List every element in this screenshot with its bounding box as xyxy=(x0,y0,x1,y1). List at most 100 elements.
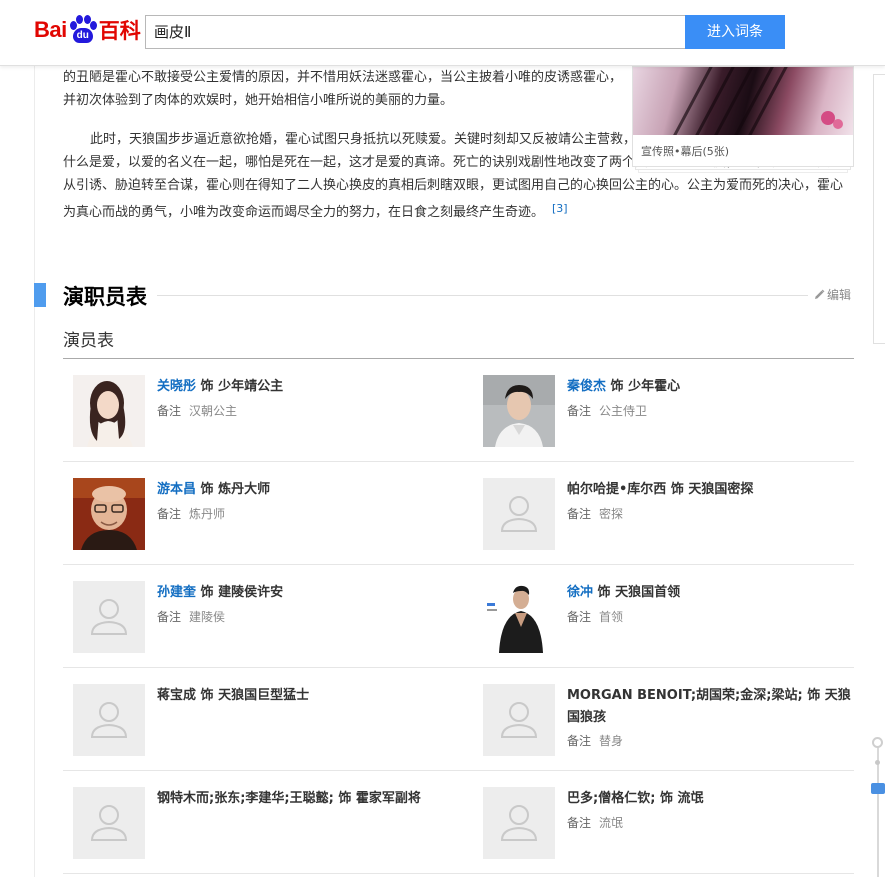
cast-entry: 帕尔哈提•库尔西 饰 天狼国密探 备注 密探 xyxy=(483,478,878,550)
note-label: 备注 xyxy=(567,610,592,624)
search-input[interactable]: 画皮Ⅱ xyxy=(145,15,686,49)
placeholder-avatar[interactable] xyxy=(483,787,555,859)
cast-info: 孙建奎 饰 建陵侯许安 备注 建陵侯 xyxy=(157,582,447,625)
note-label: 备注 xyxy=(567,816,592,830)
placeholder-avatar[interactable] xyxy=(73,684,145,756)
note-value: 流氓 xyxy=(599,816,624,830)
person-placeholder-icon xyxy=(73,581,145,653)
nav-scroll-dot[interactable] xyxy=(875,760,880,765)
cast-title-line: MORGAN BENOIT;胡国荣;金深;梁站; 饰 天狼国狼孩 xyxy=(567,685,857,729)
person-placeholder-icon xyxy=(483,478,555,550)
placeholder-avatar[interactable] xyxy=(73,581,145,653)
actor-photo[interactable] xyxy=(483,581,555,653)
cast-entry: 游本昌 饰 炼丹大师 备注 炼丹师 xyxy=(73,478,468,550)
section-accent-bar xyxy=(34,283,46,307)
cast-row: 游本昌 饰 炼丹大师 备注 炼丹师 帕尔哈提•库尔西 饰 天狼国密探 备注 密探 xyxy=(63,462,854,565)
enter-entry-button[interactable]: 进入词条 xyxy=(685,15,785,49)
cast-note: 备注 密探 xyxy=(567,505,857,522)
promo-photo xyxy=(633,67,853,135)
cast-row: 关晓彤 饰 少年靖公主 备注 汉朝公主 秦俊杰 饰 少年霍心 备注 公主侍卫 xyxy=(63,359,854,462)
cast-note: 备注 流氓 xyxy=(567,814,857,831)
logo-text-du: du xyxy=(72,28,93,43)
note-value: 建陵侯 xyxy=(189,610,226,624)
cast-info: 钢特木而;张东;李建华;王聪懿; 饰 霍家军副将 xyxy=(157,788,447,810)
cast-entry: 蒋宝成 饰 天狼国巨型猛士 xyxy=(73,684,468,756)
note-value: 替身 xyxy=(599,734,624,748)
role-text: 饰 少年靖公主 xyxy=(200,379,284,394)
note-label: 备注 xyxy=(567,734,592,748)
person-placeholder-icon xyxy=(483,684,555,756)
cast-info: 关晓彤 饰 少年靖公主 备注 汉朝公主 xyxy=(157,376,447,419)
cast-row: 孙建奎 饰 建陵侯许安 备注 建陵侯 徐冲 饰 天狼国首领 备注 首领 xyxy=(63,565,854,668)
section-divider xyxy=(63,295,808,296)
edit-button[interactable]: 编辑 xyxy=(814,286,851,303)
cast-entry: 徐冲 饰 天狼国首领 备注 首领 xyxy=(483,581,878,653)
album-caption: 宣传照•幕后(5张) xyxy=(641,145,730,158)
role-text: 饰 霍家军副将 xyxy=(338,791,421,806)
content-left-border xyxy=(34,66,35,877)
note-value: 汉朝公主 xyxy=(189,404,238,418)
cast-title-line: 钢特木而;张东;李建华;王聪懿; 饰 霍家军副将 xyxy=(157,788,447,810)
note-label: 备注 xyxy=(567,404,592,418)
promo-photo-album[interactable]: 宣传照•幕后(5张) xyxy=(632,66,854,167)
placeholder-avatar[interactable] xyxy=(73,787,145,859)
actor-name-link[interactable]: 孙建奎 xyxy=(157,585,196,600)
actor-photo[interactable] xyxy=(483,375,555,447)
note-value: 首领 xyxy=(599,610,624,624)
cast-info: 巴多;僧格仁钦; 饰 流氓 备注 流氓 xyxy=(567,788,857,831)
role-text: 饰 建陵侯许安 xyxy=(200,585,284,600)
note-value: 公主侍卫 xyxy=(599,404,648,418)
person-placeholder-icon xyxy=(73,787,145,859)
logo-text-bai: Bai xyxy=(34,17,67,42)
placeholder-avatar[interactable] xyxy=(483,684,555,756)
person-placeholder-icon xyxy=(73,684,145,756)
note-label: 备注 xyxy=(157,610,182,624)
note-label: 备注 xyxy=(567,507,592,521)
section-title: 演职员表 xyxy=(63,281,157,311)
pencil-icon xyxy=(815,289,825,299)
cast-title-line: 秦俊杰 饰 少年霍心 xyxy=(567,376,857,398)
actress-photo xyxy=(73,375,145,447)
cast-entry: 秦俊杰 饰 少年霍心 备注 公主侍卫 xyxy=(483,375,878,447)
actor-name-link[interactable]: 游本昌 xyxy=(157,482,196,497)
edit-label: 编辑 xyxy=(827,288,852,302)
cast-note: 备注 替身 xyxy=(567,732,857,749)
cast-entry: 钢特木而;张东;李建华;王聪懿; 饰 霍家军副将 xyxy=(73,787,468,859)
cast-info: MORGAN BENOIT;胡国荣;金深;梁站; 饰 天狼国狼孩 备注 替身 xyxy=(567,685,857,749)
actor-photo-image xyxy=(483,375,555,447)
actor-photo-dark xyxy=(483,581,555,653)
citation-link[interactable]: [3] xyxy=(552,202,568,215)
baidu-baike-logo[interactable]: Bai du 百科 xyxy=(34,13,141,47)
cast-info: 游本昌 饰 炼丹大师 备注 炼丹师 xyxy=(157,479,447,522)
actor-name-link[interactable]: 关晓彤 xyxy=(157,379,196,394)
role-text: 饰 天狼国巨型猛士 xyxy=(200,688,310,703)
cast-note: 备注 汉朝公主 xyxy=(157,402,447,419)
actor-photo[interactable] xyxy=(73,375,145,447)
actor-name: MORGAN BENOIT;胡国荣;金深;梁站; xyxy=(567,688,803,703)
cast-note: 备注 建陵侯 xyxy=(157,608,447,625)
actor-name-link[interactable]: 徐冲 xyxy=(567,585,593,600)
top-header: Bai du 百科 画皮Ⅱ 进入词条 xyxy=(0,0,885,66)
elder-actor-photo xyxy=(73,478,145,550)
cast-title-line: 关晓彤 饰 少年靖公主 xyxy=(157,376,447,398)
role-text: 饰 天狼国密探 xyxy=(670,482,754,497)
note-value: 炼丹师 xyxy=(189,507,226,521)
cast-entry: 关晓彤 饰 少年靖公主 备注 汉朝公主 xyxy=(73,375,468,447)
role-text: 饰 炼丹大师 xyxy=(200,482,271,497)
cast-info: 秦俊杰 饰 少年霍心 备注 公主侍卫 xyxy=(567,376,857,419)
cast-note: 备注 公主侍卫 xyxy=(567,402,857,419)
note-label: 备注 xyxy=(157,404,182,418)
cast-info: 蒋宝成 饰 天狼国巨型猛士 xyxy=(157,685,447,707)
cast-title-line: 徐冲 饰 天狼国首领 xyxy=(567,582,857,604)
logo-text-baike: 百科 xyxy=(98,19,141,43)
actor-name: 巴多;僧格仁钦; xyxy=(567,791,656,806)
actor-photo[interactable] xyxy=(73,478,145,550)
cast-entry: 巴多;僧格仁钦; 饰 流氓 备注 流氓 xyxy=(483,787,878,859)
actor-name-link[interactable]: 秦俊杰 xyxy=(567,379,606,394)
cast-note: 备注 首领 xyxy=(567,608,857,625)
placeholder-avatar[interactable] xyxy=(483,478,555,550)
note-label: 备注 xyxy=(157,507,182,521)
cast-table: 关晓彤 饰 少年靖公主 备注 汉朝公主 秦俊杰 饰 少年霍心 备注 公主侍卫 游… xyxy=(63,359,854,874)
role-text: 饰 天狼国首领 xyxy=(597,585,681,600)
cast-title-line: 蒋宝成 饰 天狼国巨型猛士 xyxy=(157,685,447,707)
